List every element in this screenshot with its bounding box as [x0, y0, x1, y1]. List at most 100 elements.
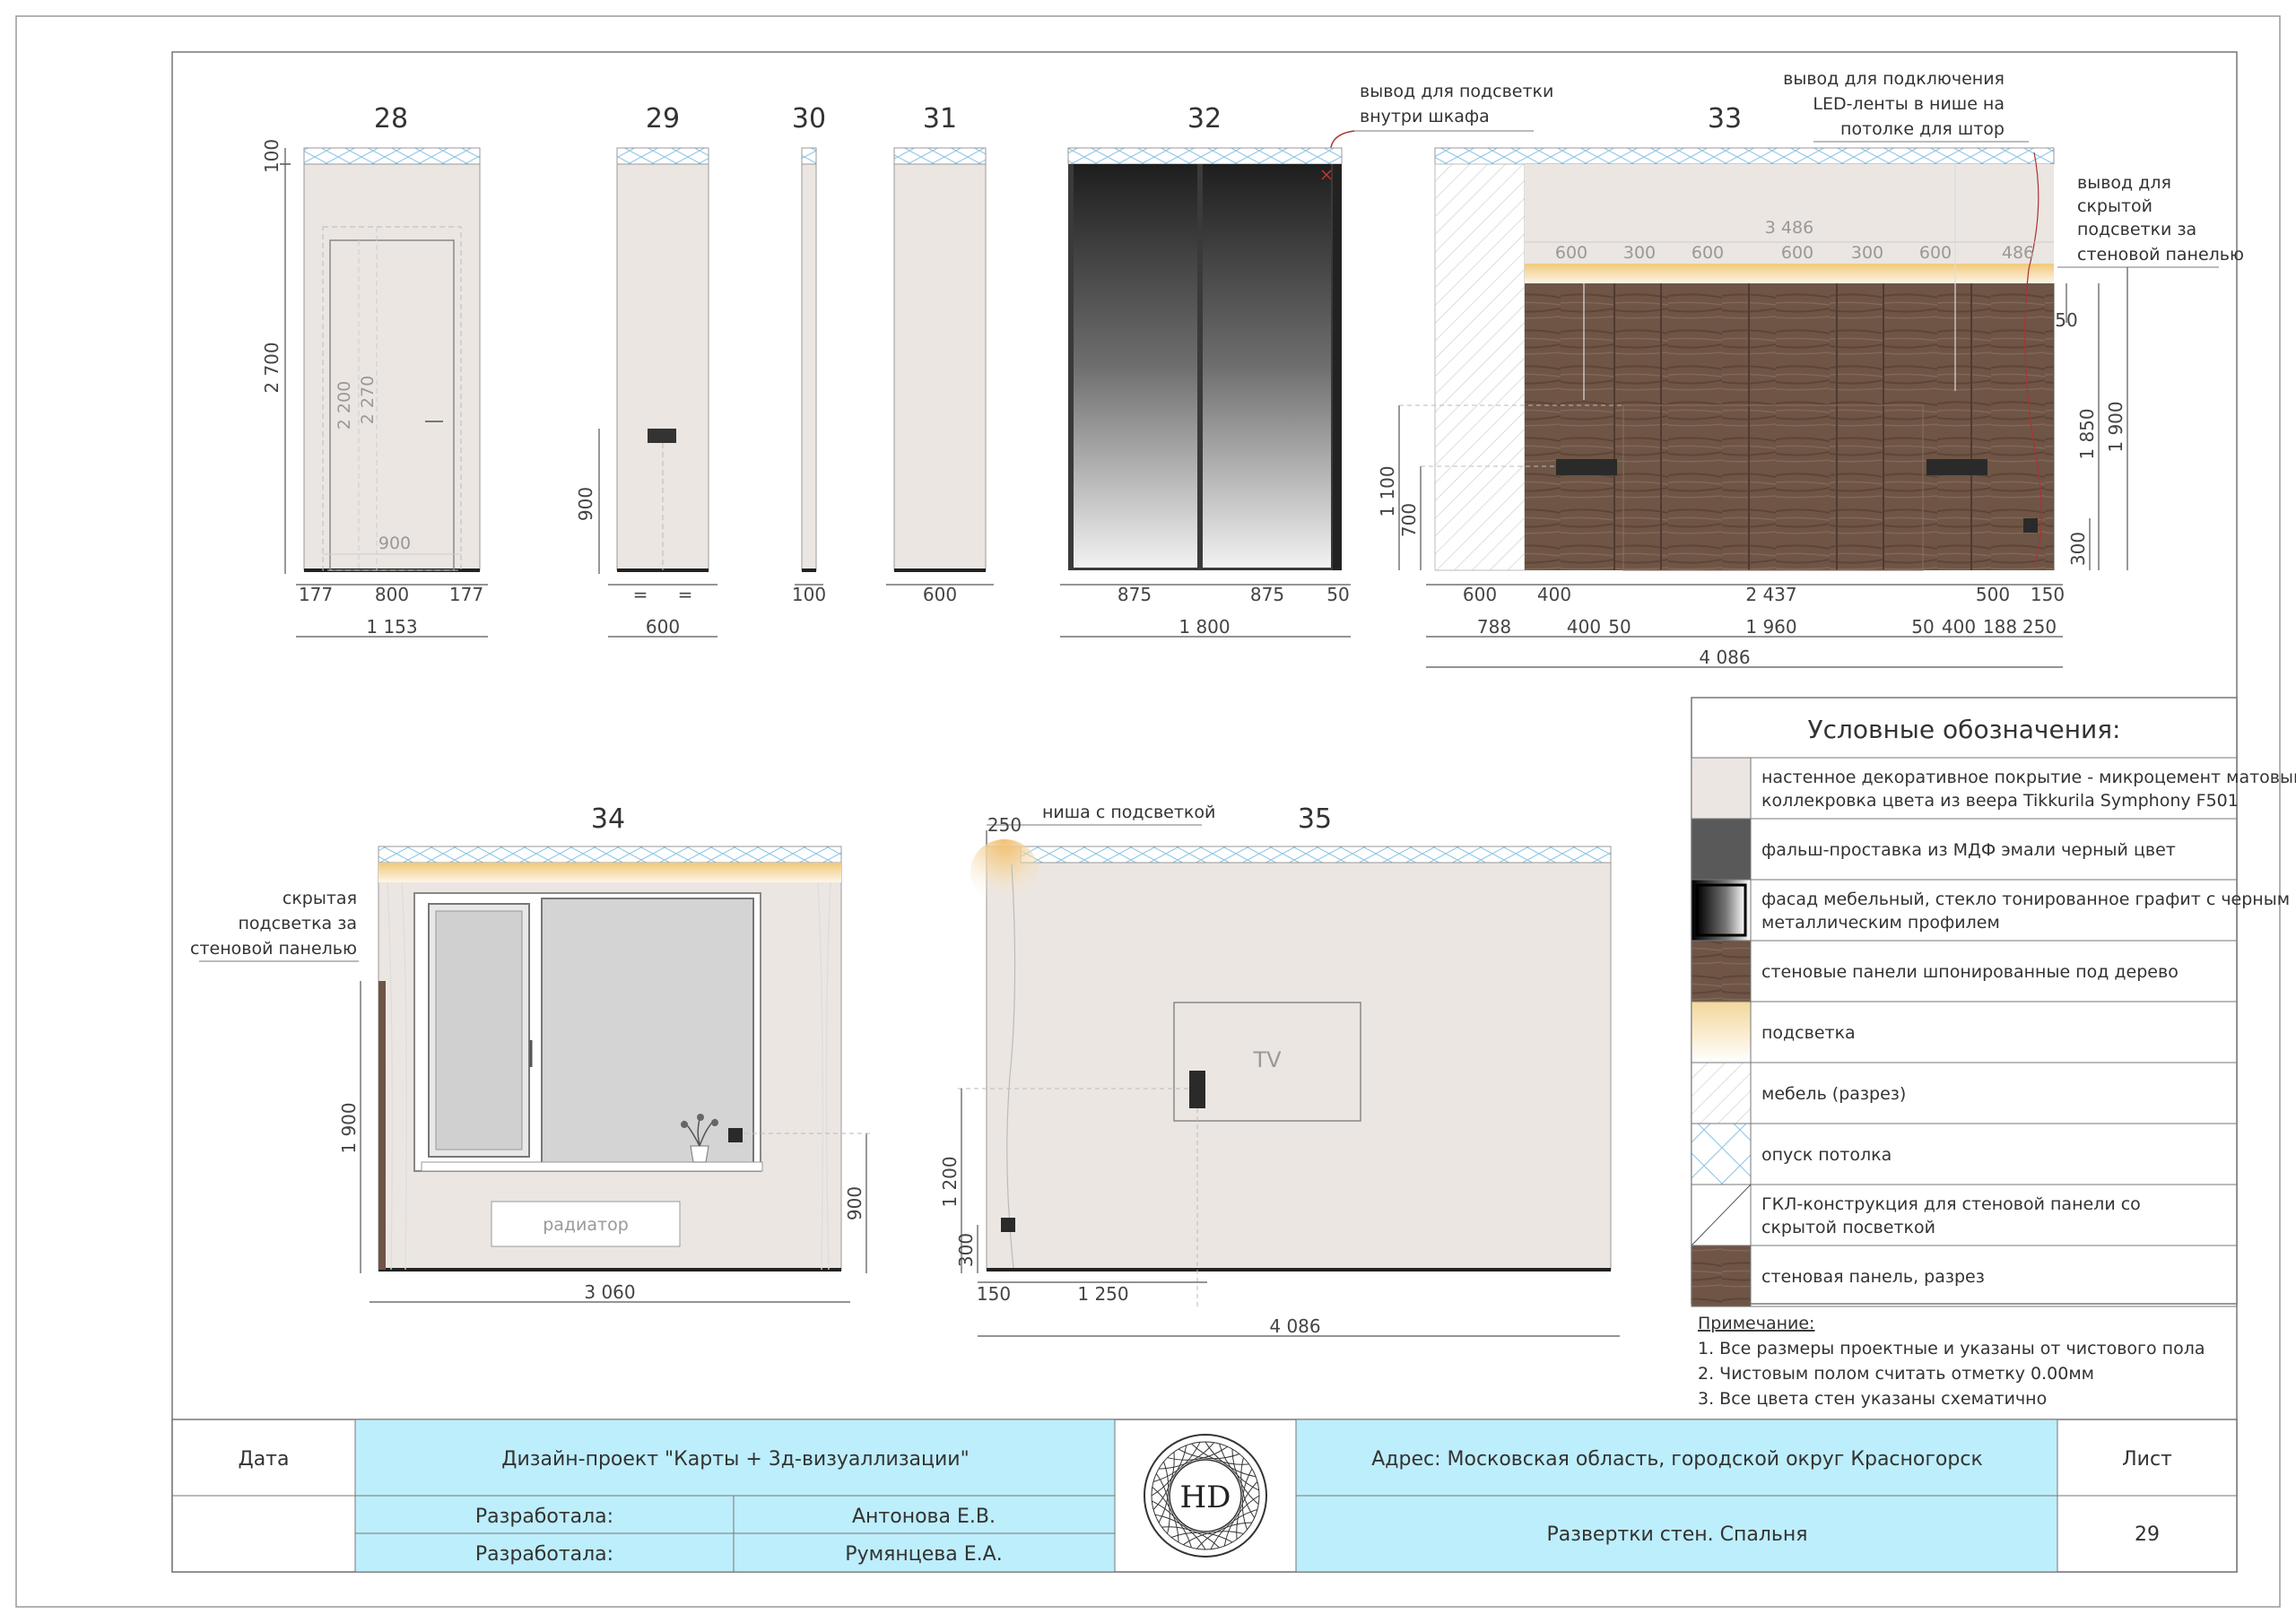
dim-eq-1: = — [633, 584, 648, 605]
elevation-28: 28 2 200 2 270 900 100 2 700 177 800 177… — [261, 103, 488, 638]
legend-text: фасад мебельный, стекло тонированное гра… — [1761, 890, 2290, 909]
project-title: Дизайн-проект "Карты + 3д-визуаллизации" — [501, 1448, 969, 1471]
window-glass-right — [541, 898, 754, 1165]
developer-1: Антонова Е.В. — [852, 1506, 996, 1528]
dim-row2-3: 1 960 — [1745, 616, 1796, 638]
glass-door-left — [1074, 164, 1197, 568]
dim-total: 1 153 — [366, 616, 417, 638]
ceiling-dim: 600 — [1919, 243, 1952, 263]
dim-300: 300 — [955, 1233, 977, 1267]
dim-door-width: 900 — [378, 534, 411, 553]
dim-door-b: 875 — [1250, 584, 1284, 605]
developer-2: Румянцева Е.А. — [845, 1543, 1002, 1566]
note-2: 2. Чистовым полом считать отметку 0.00мм — [1698, 1364, 2094, 1384]
dim-door: 800 — [375, 584, 409, 605]
elevation-31: 31 600 — [886, 103, 994, 605]
ceiling-dim: 300 — [1623, 243, 1656, 263]
dim-total: 1 800 — [1178, 616, 1230, 638]
dim-1900: 1 900 — [2105, 401, 2126, 452]
note-3: 3. Все цвета стен указаны схематично — [1698, 1389, 2047, 1409]
legend-swatch-microcement — [1691, 757, 1752, 820]
dim-row2-2: 50 — [1608, 616, 1631, 638]
dim-50: 50 — [2055, 309, 2077, 331]
elevation-number: 32 — [1187, 103, 1222, 135]
ceiling-dim: 600 — [1692, 243, 1724, 263]
socket-icon — [648, 429, 676, 443]
dim-total: 600 — [646, 616, 680, 638]
dim-socket-height: 900 — [575, 487, 596, 521]
dim-1100: 1 100 — [1377, 465, 1398, 516]
elevation-30: 30 100 — [792, 103, 826, 605]
dim-700: 700 — [1398, 503, 1420, 537]
note-hidden-1: скрытая — [283, 889, 357, 908]
sheet-title: Развертки стен. Спальня — [1547, 1523, 1808, 1546]
dim-door-a: 875 — [1118, 584, 1152, 605]
logo-text: HD — [1180, 1480, 1231, 1515]
dim-height: 2 700 — [261, 342, 283, 393]
legend-swatch-ceiling — [1691, 1123, 1752, 1185]
niche-light-glow — [970, 839, 1039, 904]
dim-row2-6: 188 — [1983, 616, 2017, 638]
legend-text: подсветка — [1761, 1023, 1856, 1043]
dim-total: 3 060 — [584, 1281, 635, 1303]
legend-text: стеновая панель, разрез — [1761, 1267, 1985, 1287]
dim-row2-4: 50 — [1911, 616, 1934, 638]
note-hidden-3: подсветки за — [2077, 220, 2196, 239]
date-label: Дата — [239, 1448, 290, 1471]
dim-row2-7: 250 — [2022, 616, 2057, 638]
socket-icon — [728, 1128, 743, 1142]
dim-150: 150 — [977, 1283, 1011, 1305]
note-led-2: LED-ленты в нише на — [1813, 94, 2005, 114]
dim-row2-1: 400 — [1567, 616, 1601, 638]
dim-1900: 1 900 — [338, 1102, 360, 1153]
legend-title: Условные обозначения: — [1808, 715, 2121, 744]
elevation-35: 35 ниша с подсветкой 250 TV 1 200 300 15… — [939, 803, 1620, 1337]
note-hidden-2: подсветка за — [239, 914, 358, 933]
dim-row1-4: 150 — [2031, 584, 2065, 605]
dim-1250: 1 250 — [1077, 1283, 1128, 1305]
legend-text: опуск потолка — [1761, 1145, 1892, 1165]
tv-label: TV — [1252, 1047, 1282, 1072]
switch-icon — [1001, 1218, 1015, 1232]
legend-text: мебель (разрез) — [1761, 1084, 1906, 1104]
developed-label-1: Разработала: — [475, 1506, 613, 1528]
dim-1850: 1 850 — [2076, 408, 2098, 459]
dim-row1-2: 2 437 — [1745, 584, 1796, 605]
elevation-number: 34 — [591, 803, 625, 835]
ceiling-dim: 486 — [2002, 243, 2034, 263]
elevation-29: 29 900 = = 600 — [575, 103, 718, 638]
elevation-number: 29 — [646, 103, 680, 135]
address: Адрес: Московская область, городской окр… — [1371, 1448, 1982, 1471]
dim-right: 177 — [449, 584, 483, 605]
legend-swatch-light — [1691, 1001, 1752, 1063]
dim-300: 300 — [2067, 532, 2089, 566]
elevation-34: 34 скрытая подсветка за стеновой панелью… — [190, 803, 872, 1303]
dim-250: 250 — [987, 814, 1022, 836]
notes-title: Примечание: — [1698, 1314, 1814, 1333]
title-block: Дата Дизайн-проект "Карты + 3д-визуаллиз… — [171, 1419, 2238, 1573]
dim-total: 4 086 — [1699, 647, 1750, 668]
note-led-1: вывод для подключения — [1783, 69, 2005, 89]
legend-text: настенное декоративное покрытие - микроц… — [1761, 768, 2296, 787]
elevation-33: 33 вывод для подключения LED-ленты в ниш… — [1377, 69, 2244, 668]
dim-door-h2: 2 270 — [358, 376, 378, 424]
tv-socket-icon — [1189, 1071, 1205, 1108]
legend-text: стеновые панели шпонированные под дерево — [1761, 962, 2179, 982]
dim-row2-0: 788 — [1477, 616, 1511, 638]
legend-swatch-hatch — [1691, 1062, 1752, 1124]
note-1: 1. Все размеры проектные и указаны от чи… — [1698, 1339, 2205, 1358]
dim-total: 100 — [792, 584, 826, 605]
furniture-section — [1434, 163, 1526, 571]
glass-door-right — [1203, 164, 1331, 568]
legend-text: металлическим профилем — [1761, 913, 2000, 933]
note-hidden-1: вывод для — [2077, 173, 2171, 193]
legend-text: фальш-проставка из МДФ эмали черный цвет — [1761, 840, 2176, 860]
elevation-number: 33 — [1708, 103, 1742, 135]
legend-swatch-wood — [1691, 1245, 1752, 1307]
dim-top: 100 — [261, 139, 283, 173]
wood-wall-panels — [1525, 283, 2054, 570]
backlight-strip — [1525, 264, 2054, 283]
note-hidden-2: скрытой — [2077, 196, 2152, 216]
note-led-3: потолке для штор — [1840, 119, 2005, 139]
dim-total: 600 — [923, 584, 957, 605]
